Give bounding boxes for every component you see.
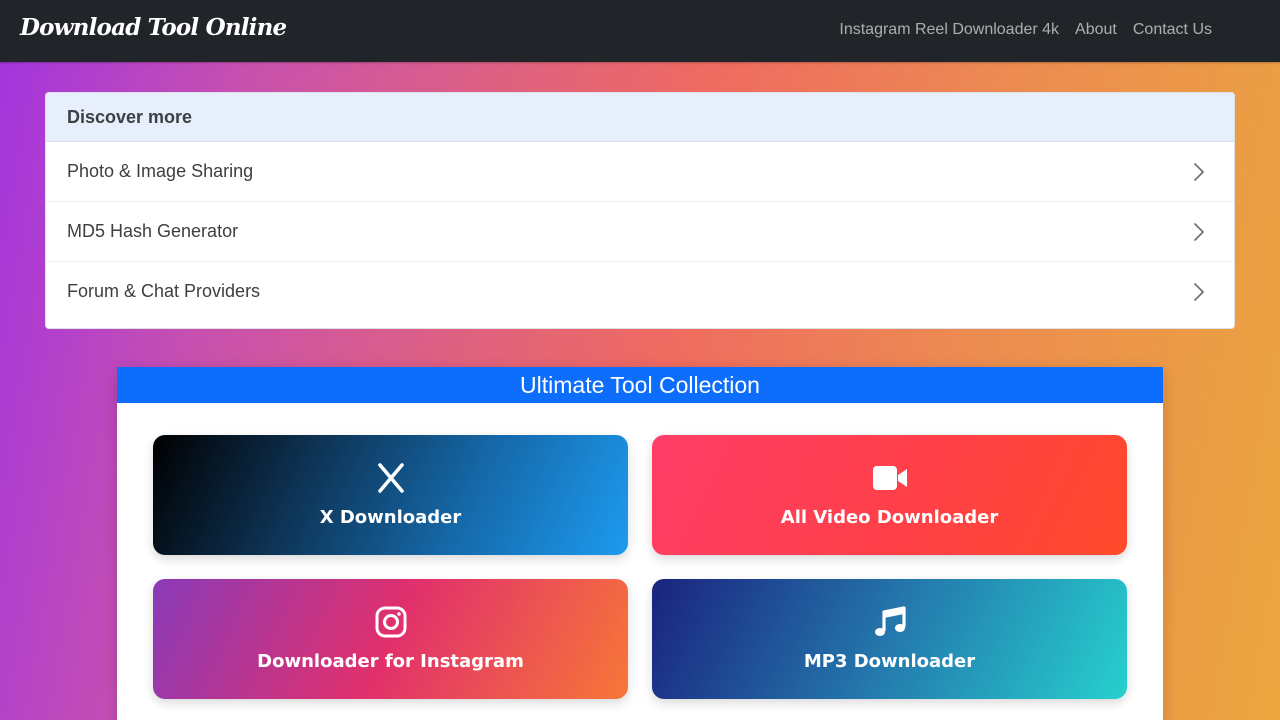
all-video-downloader-card[interactable]: All Video Downloader bbox=[652, 435, 1127, 555]
mp3-downloader-card[interactable]: MP3 Downloader bbox=[652, 579, 1127, 699]
discover-more-panel: Discover more Photo & Image Sharing MD5 … bbox=[45, 92, 1235, 329]
video-camera-icon bbox=[872, 466, 907, 490]
discover-item-label: MD5 Hash Generator bbox=[67, 221, 239, 241]
instagram-downloader-card[interactable]: Downloader for Instagram bbox=[153, 579, 628, 699]
chevron-right-icon bbox=[1194, 283, 1204, 301]
brand-logo[interactable]: Download Tool Online bbox=[20, 14, 287, 41]
discover-item-label: Photo & Image Sharing bbox=[67, 161, 254, 181]
nav-link-contact-us[interactable]: Contact Us bbox=[1133, 21, 1212, 39]
chevron-right-icon bbox=[1194, 223, 1204, 241]
music-note-icon bbox=[874, 606, 906, 636]
x-downloader-label: X Downloader bbox=[319, 507, 462, 528]
x-downloader-card[interactable]: X Downloader bbox=[153, 435, 628, 555]
navbar: Download Tool Online Instagram Reel Down… bbox=[0, 0, 1280, 62]
x-logo-icon bbox=[377, 463, 404, 493]
instagram-downloader-label: Downloader for Instagram bbox=[257, 651, 524, 672]
discover-item-forum-chat-providers[interactable]: Forum & Chat Providers bbox=[46, 262, 1234, 322]
discover-more-title: Discover more bbox=[46, 93, 1234, 142]
discover-item-photo-image-sharing[interactable]: Photo & Image Sharing bbox=[46, 142, 1234, 202]
tool-collection: Ultimate Tool Collection X Downloader Al… bbox=[117, 367, 1163, 720]
mp3-downloader-label: MP3 Downloader bbox=[803, 651, 976, 672]
chevron-right-icon bbox=[1194, 163, 1204, 181]
tool-collection-title: Ultimate Tool Collection bbox=[117, 367, 1163, 403]
all-video-downloader-label: All Video Downloader bbox=[780, 507, 999, 528]
nav-link-instagram-reel-downloader[interactable]: Instagram Reel Downloader 4k bbox=[839, 21, 1059, 39]
discover-item-md5-hash-generator[interactable]: MD5 Hash Generator bbox=[46, 202, 1234, 262]
instagram-icon bbox=[375, 606, 406, 638]
nav-link-about[interactable]: About bbox=[1075, 21, 1117, 39]
nav-links: Instagram Reel Downloader 4k About Conta… bbox=[839, 21, 1212, 39]
discover-item-label: Forum & Chat Providers bbox=[67, 281, 261, 301]
